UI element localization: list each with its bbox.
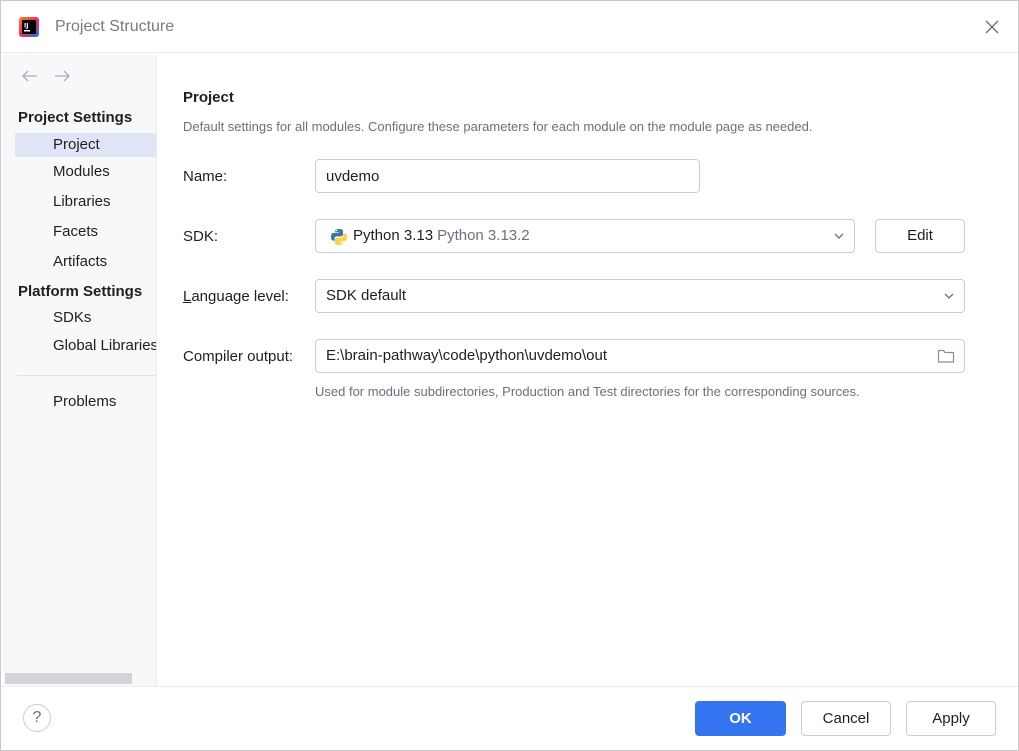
language-level-value: SDK default xyxy=(326,287,407,304)
folder-icon[interactable] xyxy=(937,348,955,364)
chevron-down-icon xyxy=(834,233,844,239)
sidebar-item-project[interactable]: Project xyxy=(15,133,156,157)
forward-button[interactable] xyxy=(53,68,71,84)
cancel-button[interactable]: Cancel xyxy=(801,701,891,736)
compiler-output-value: E:\brain-pathway\code\python\uvdemo\out xyxy=(326,347,608,364)
back-button[interactable] xyxy=(21,68,39,84)
compiler-output-hint: Used for module subdirectories, Producti… xyxy=(315,384,860,399)
sidebar-item-facets[interactable]: Facets xyxy=(15,220,156,244)
sidebar-item-global-libraries[interactable]: Global Libraries xyxy=(15,334,156,358)
svg-text:IJ: IJ xyxy=(24,23,28,30)
help-button[interactable]: ? xyxy=(23,704,51,732)
sdk-dropdown[interactable]: Python 3.13 Python 3.13.2 xyxy=(315,219,855,253)
apply-button[interactable]: Apply xyxy=(906,701,996,736)
sidebar-divider xyxy=(17,375,156,376)
window-title: Project Structure xyxy=(55,18,175,35)
compiler-output-label: Compiler output: xyxy=(183,348,294,365)
project-settings-header: Project Settings xyxy=(18,109,133,126)
intellij-logo-icon: IJ xyxy=(19,17,39,37)
compiler-output-field[interactable]: E:\brain-pathway\code\python\uvdemo\out xyxy=(315,339,965,373)
page-title: Project xyxy=(183,89,234,106)
close-button[interactable] xyxy=(980,15,1004,39)
sidebar-horizontal-scrollbar[interactable] xyxy=(5,673,132,684)
name-input[interactable] xyxy=(315,159,700,193)
arrow-left-icon xyxy=(22,70,37,82)
chevron-down-icon xyxy=(944,293,954,299)
arrow-right-icon xyxy=(55,70,70,82)
language-level-label: Language level: xyxy=(183,288,289,305)
sidebar-item-modules[interactable]: Modules xyxy=(15,160,156,184)
python-icon xyxy=(331,229,347,245)
sdk-value: Python 3.13 Python 3.13.2 xyxy=(353,220,530,252)
sidebar-item-problems[interactable]: Problems xyxy=(15,390,156,414)
ok-button[interactable]: OK xyxy=(695,701,786,736)
edit-sdk-button[interactable]: Edit xyxy=(875,219,965,253)
language-level-dropdown[interactable]: SDK default xyxy=(315,279,965,313)
language-level-label-text: anguage level: xyxy=(191,288,289,305)
sidebar-item-libraries[interactable]: Libraries xyxy=(15,190,156,214)
sdk-label: SDK: xyxy=(183,228,219,245)
dialog-footer: ? OK Cancel Apply xyxy=(1,686,1018,750)
page-description: Default settings for all modules. Config… xyxy=(183,119,813,134)
platform-settings-header: Platform Settings xyxy=(18,283,143,300)
sdk-version: Python 3.13.2 xyxy=(437,227,530,244)
nav-arrows xyxy=(21,68,71,84)
title-bar: IJ Project Structure xyxy=(1,1,1018,53)
project-structure-dialog: IJ Project Structure Project Settings Pr… xyxy=(0,0,1019,751)
close-icon xyxy=(985,20,999,34)
sdk-name: Python 3.13 xyxy=(353,227,434,244)
sidebar: Project Settings Project Modules Librari… xyxy=(3,54,157,686)
main-panel: Project Default settings for all modules… xyxy=(157,54,1018,686)
sidebar-item-sdks[interactable]: SDKs xyxy=(15,306,156,330)
sidebar-item-artifacts[interactable]: Artifacts xyxy=(15,250,156,274)
name-label: Name: xyxy=(183,168,228,185)
